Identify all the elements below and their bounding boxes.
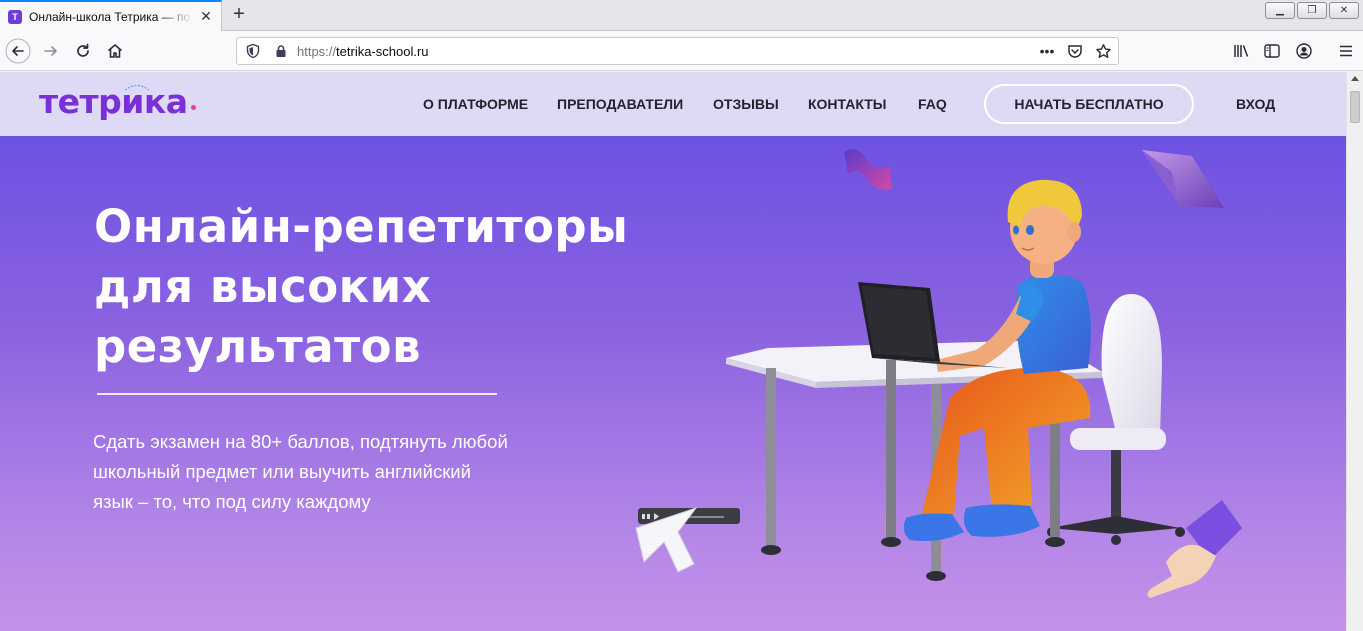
ribbon-decoration [844,149,892,190]
scroll-thumb[interactable] [1350,91,1360,123]
page-actions-icon[interactable]: ••• [1036,41,1058,61]
restore-button[interactable]: ❐ [1297,2,1327,19]
logo-dot [190,105,196,110]
tetrika-favicon-icon: Т [8,9,22,24]
bookmark-star-icon[interactable] [1092,41,1114,61]
student-at-laptop-illustration [635,149,1242,598]
hero-title: Онлайн-репетиторы для высоких результато… [94,197,654,377]
address-bar[interactable]: https://tetrika-school.ru ••• [236,37,1119,65]
lock-icon[interactable] [274,44,288,58]
logo-text: тетрика [39,82,188,121]
browser-tab-active[interactable]: Т Онлайн-школа Тетрика — по ✕ [0,0,222,31]
home-icon[interactable] [102,39,128,63]
page-viewport: тетрика О ПЛАТФОРМЕ ПРЕПОДАВАТЕЛИ ОТЗЫВЫ… [0,72,1346,631]
library-icon[interactable] [1228,39,1254,63]
browser-toolbar: https://tetrika-school.ru ••• [0,31,1363,71]
scroll-up-arrow-icon[interactable] [1351,76,1359,81]
url-text[interactable]: https://tetrika-school.ru [297,44,429,59]
close-tab-icon[interactable]: ✕ [197,8,215,26]
hero-title-line: результатов [94,320,422,373]
start-free-button[interactable]: НАЧАТЬ БЕСПЛАТНО [984,84,1194,124]
close-window-button[interactable]: ✕ [1329,2,1359,19]
hero-subtitle-line: школьный предмет или выучить английский [93,461,471,482]
nav-teachers[interactable]: ПРЕПОДАВАТЕЛИ [557,96,683,112]
tab-title: Онлайн-школа Тетрика — по [29,9,191,24]
sidebar-icon[interactable] [1259,39,1285,63]
hero-title-line: для высоких [94,260,432,313]
forward-icon[interactable] [38,39,64,63]
pointing-hand-decoration [1147,500,1242,598]
logo-arc-icon [124,84,150,91]
url-host: tetrika-school.ru [336,44,429,59]
minimize-button[interactable]: ▁ [1265,2,1295,19]
hero-title-line: Онлайн-репетиторы [94,200,629,253]
account-icon[interactable] [1291,39,1317,63]
nav-about-platform[interactable]: О ПЛАТФОРМЕ [423,96,528,112]
back-icon[interactable] [5,38,31,64]
hero-divider [97,393,497,395]
nav-faq[interactable]: FAQ [918,96,947,112]
window-controls: ▁ ❐ ✕ [1265,2,1359,19]
shield-icon[interactable] [245,43,261,59]
menu-icon[interactable] [1333,39,1359,63]
nav-contacts[interactable]: КОНТАКТЫ [808,96,886,112]
hero-subtitle-line: Сдать экзамен на 80+ баллов, подтянуть л… [93,431,508,452]
new-tab-button[interactable]: + [228,4,250,26]
nav-reviews[interactable]: ОТЗЫВЫ [713,96,779,112]
pocket-icon[interactable] [1064,41,1086,61]
tetrika-logo[interactable]: тетрика [39,82,196,122]
reload-icon[interactable] [70,39,96,63]
page-scrollbar[interactable] [1346,72,1363,631]
login-link[interactable]: ВХОД [1236,96,1275,112]
url-scheme: https:// [297,44,337,59]
hero-subtitle: Сдать экзамен на 80+ баллов, подтянуть л… [93,427,573,517]
crystal-decoration [1142,150,1224,208]
hero-subtitle-line: язык – то, что под силу каждому [93,491,371,512]
site-header: тетрика О ПЛАТФОРМЕ ПРЕПОДАВАТЕЛИ ОТЗЫВЫ… [0,72,1346,136]
browser-tab-bar: Т Онлайн-школа Тетрика — по ✕ + ▁ ❐ ✕ [0,0,1363,31]
